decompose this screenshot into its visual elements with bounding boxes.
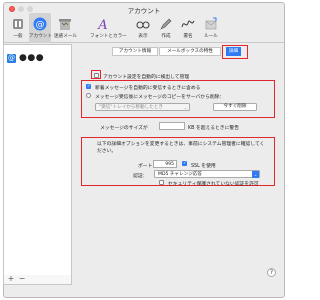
highlight-auto-detect — [91, 70, 101, 79]
toolbar-junk-label: 迷惑メール — [54, 34, 77, 39]
include-new-mail-label: 新着メッセージを自動的に受信するときに含める — [95, 86, 201, 91]
account-name: ●●● — [19, 53, 45, 63]
tab-account-info[interactable]: アカウント情報 — [112, 47, 158, 56]
chevron-updown-icon: ⌄ — [252, 171, 259, 178]
use-ssl-checkbox[interactable]: ✓ — [182, 161, 187, 166]
toolbar-accounts[interactable]: @ アカウント — [29, 13, 52, 43]
toolbar-general[interactable]: 一般 — [7, 13, 29, 43]
toolbar-junk[interactable]: 迷惑メール — [54, 13, 77, 43]
port-field[interactable]: 995 — [153, 160, 177, 168]
svg-text:@: @ — [36, 20, 45, 30]
signature-icon — [181, 20, 195, 28]
account-list-controls: + − — [3, 275, 72, 285]
at-icon: @ — [33, 17, 47, 31]
allow-insecure-auth-label: セキュリティ保護されていない認証を許可 — [168, 182, 259, 187]
preferences-toolbar: 一般 @ アカウント 迷惑メール A フォントとカラー 表示 作成 署名 ルール — [4, 13, 284, 43]
compose-icon — [160, 18, 172, 30]
add-account-button[interactable]: + — [6, 275, 16, 284]
toolbar-compose[interactable]: 作成 — [155, 13, 177, 43]
help-button[interactable]: ? — [267, 268, 276, 277]
delete-after-value: "受信"トレイから移動したとき — [99, 105, 163, 110]
auth-method-popup[interactable]: MD5 チャレンジ応答 ⌄ — [154, 170, 260, 178]
toolbar-rules-label: ルール — [204, 34, 218, 39]
highlight-advanced-tab — [222, 45, 248, 59]
account-at-icon: @ — [7, 54, 16, 63]
remove-now-button[interactable]: 今すぐ削除 — [213, 103, 257, 111]
include-new-mail-checkbox[interactable]: ✓ — [86, 84, 91, 89]
auto-detect-label: アカウント設定を自動的に検出して管理 — [103, 75, 190, 80]
remove-account-button[interactable]: − — [17, 275, 27, 284]
delete-copy-checkbox[interactable] — [86, 93, 91, 98]
switch-icon — [13, 19, 23, 29]
auth-label: 認証： — [133, 174, 148, 179]
toolbar-rules[interactable]: ルール — [200, 13, 222, 43]
toolbar-compose-label: 作成 — [161, 34, 171, 39]
delete-after-popup[interactable]: "受信"トレイから移動したとき ⌄ — [95, 103, 190, 111]
rules-icon — [205, 17, 217, 30]
size-warning-suffix: KB を超えるときに警告 — [188, 126, 239, 131]
accounts-list[interactable]: @ ●●● — [3, 44, 72, 276]
auth-method-value: MD5 チャレンジ応答 — [158, 172, 202, 177]
toolbar-general-label: 一般 — [13, 34, 23, 39]
toolbar-signatures[interactable]: 署名 — [177, 13, 199, 43]
delete-copy-label: メッセージ受信後にメッセージのコピーをサーバから削除： — [95, 95, 225, 100]
toolbar-fonts-label: フォントとカラー — [90, 34, 127, 39]
toolbar-fonts[interactable]: A フォントとカラー — [90, 13, 127, 43]
size-warning-prefix: メッセージのサイズが — [100, 126, 148, 131]
account-list-item[interactable]: @ ●●● — [6, 54, 69, 64]
toolbar-viewing-label: 表示 — [138, 34, 148, 39]
junk-mail-icon — [59, 19, 71, 30]
glasses-icon — [136, 21, 150, 29]
size-limit-field[interactable] — [159, 122, 185, 130]
admin-notice: 以下の詳細オプションを変更するときは、事前にシステム管理者に確認してください。 — [97, 142, 265, 154]
use-ssl-label: SSL を使用 — [191, 164, 216, 169]
svg-text:A: A — [97, 18, 107, 31]
fonts-colors-icon: A — [97, 18, 107, 31]
allow-insecure-auth-checkbox[interactable] — [159, 180, 164, 185]
toolbar-viewing[interactable]: 表示 — [132, 13, 154, 43]
toolbar-accounts-label: アカウント — [29, 34, 52, 39]
tab-mailbox-behaviors[interactable]: メールボックスの特性 — [159, 47, 221, 56]
chevron-updown-icon: ⌄ — [183, 105, 188, 110]
toolbar-signatures-label: 署名 — [183, 34, 193, 39]
